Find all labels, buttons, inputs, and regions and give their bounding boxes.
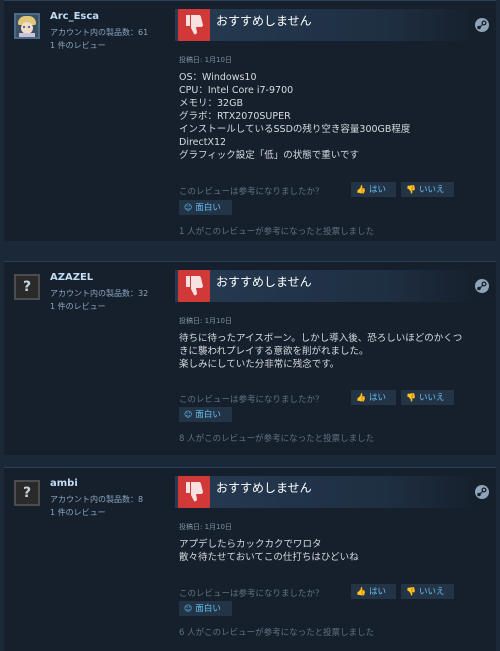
posted-date: 投稿日: 1月10日 (179, 56, 232, 64)
funny-button[interactable]: ☺ 面白い (179, 601, 232, 616)
smiley-icon: ☺ (184, 203, 193, 212)
products-count[interactable]: アカウント内の製品数：61 (50, 27, 148, 38)
review-line: きに襲われプレイする意欲を削がれました。 (179, 346, 369, 357)
author-name[interactable]: AZAZEL (50, 272, 93, 283)
review-line: OS：Windows10 (179, 72, 257, 83)
review-line: グラフィック設定「低」の状態で重いです (179, 150, 360, 161)
helpful-row: このレビューは参考になりましたか？ 👍 はい 👎 いいえ (179, 182, 479, 198)
products-count[interactable]: アカウント内の製品数：8 (50, 494, 143, 505)
review-body: アプデしたらカックカクでワロタ 散々待たせておいてこの仕打ちはひどいね (179, 538, 479, 564)
thumbs-down-icon: 👎 (406, 185, 416, 194)
helpful-tally: 1 人がこのレビューが参考になったと投票しました (179, 227, 375, 237)
thumbs-up-icon: 👍 (356, 185, 366, 194)
avatar[interactable] (14, 13, 40, 39)
steam-icon (474, 17, 490, 33)
review-line: アプデしたらカックカクでワロタ (179, 539, 322, 550)
review-line: インストールしているSSDの残り空き容量300GB程度 (179, 124, 411, 135)
thumbs-down-icon (178, 9, 210, 41)
funny-row: ☺ 面白い (179, 601, 479, 617)
review-card: ? AZAZEL アカウント内の製品数：32 1 件のレビュー おすすめしません… (4, 261, 496, 455)
steam-icon (474, 484, 490, 500)
funny-row: ☺ 面白い (179, 407, 479, 423)
helpful-question: このレビューは参考になりましたか？ (179, 395, 324, 405)
helpful-tally: 8 人がこのレビューが参考になったと投票しました (179, 434, 375, 444)
review-verdict[interactable]: おすすめしません (175, 476, 475, 508)
funny-button[interactable]: ☺ 面白い (179, 407, 232, 422)
yes-button[interactable]: 👍 はい (351, 182, 396, 197)
thumbs-down-icon: 👎 (406, 393, 416, 402)
no-button[interactable]: 👎 いいえ (401, 182, 454, 197)
thumbs-down-icon: 👎 (406, 587, 416, 596)
posted-date: 投稿日: 1月10日 (179, 317, 232, 325)
review-verdict[interactable]: おすすめしません (175, 270, 475, 302)
funny-row: ☺ 面白い (179, 200, 479, 216)
review-count[interactable]: 1 件のレビュー (50, 301, 106, 312)
review-line: DirectX12 (179, 137, 227, 148)
thumbs-down-icon (178, 270, 210, 302)
posted-date: 投稿日: 1月10日 (179, 523, 232, 531)
review-count[interactable]: 1 件のレビュー (50, 40, 106, 51)
smiley-icon: ☺ (184, 410, 193, 419)
funny-button[interactable]: ☺ 面白い (179, 200, 232, 215)
verdict-label: おすすめしません (216, 14, 312, 28)
avatar[interactable]: ? (14, 274, 40, 300)
author-name[interactable]: Arc_Esca (50, 11, 99, 22)
review-card: ? ambi アカウント内の製品数：8 1 件のレビュー おすすめしません 投稿… (4, 467, 496, 651)
review-line: 楽しみにしていた分非常に残念です。 (179, 359, 340, 370)
review-line: グラボ：RTX2070SUPER (179, 111, 291, 122)
helpful-question: このレビューは参考になりましたか？ (179, 187, 324, 197)
thumbs-up-icon: 👍 (356, 587, 366, 596)
review-verdict[interactable]: おすすめしません (175, 9, 475, 41)
helpful-row: このレビューは参考になりましたか？ 👍 はい 👎 いいえ (179, 390, 479, 406)
verdict-label: おすすめしません (216, 481, 312, 495)
helpful-row: このレビューは参考になりましたか？ 👍 はい 👎 いいえ (179, 584, 479, 600)
no-button[interactable]: 👎 いいえ (401, 584, 454, 599)
review-line: 待ちに待ったアイスボーン。しかし導入後、恐ろしいほどのかくつ (179, 333, 463, 344)
steam-icon (474, 278, 490, 294)
no-button[interactable]: 👎 いいえ (401, 390, 454, 405)
verdict-label: おすすめしません (216, 275, 312, 289)
review-body: 待ちに待ったアイスボーン。しかし導入後、恐ろしいほどのかくつ きに襲われプレイす… (179, 332, 479, 371)
thumbs-up-icon: 👍 (356, 393, 366, 402)
review-line: 散々待たせておいてこの仕打ちはひどいね (179, 552, 359, 563)
thumbs-down-icon (178, 476, 210, 508)
review-line: メモリ：32GB (179, 98, 243, 109)
yes-button[interactable]: 👍 はい (351, 584, 396, 599)
helpful-tally: 6 人がこのレビューが参考になったと投票しました (179, 628, 375, 638)
helpful-question: このレビューは参考になりましたか？ (179, 589, 324, 599)
smiley-icon: ☺ (184, 604, 193, 613)
avatar[interactable]: ? (14, 480, 40, 506)
review-count[interactable]: 1 件のレビュー (50, 507, 106, 518)
yes-button[interactable]: 👍 はい (351, 390, 396, 405)
author-name[interactable]: ambi (50, 478, 78, 489)
products-count[interactable]: アカウント内の製品数：32 (50, 288, 148, 299)
review-line: CPU：Intel Core i7-9700 (179, 85, 294, 96)
review-body: OS：Windows10 CPU：Intel Core i7-9700 メモリ：… (179, 71, 479, 162)
review-card: Arc_Esca アカウント内の製品数：61 1 件のレビュー おすすめしません… (4, 0, 496, 241)
